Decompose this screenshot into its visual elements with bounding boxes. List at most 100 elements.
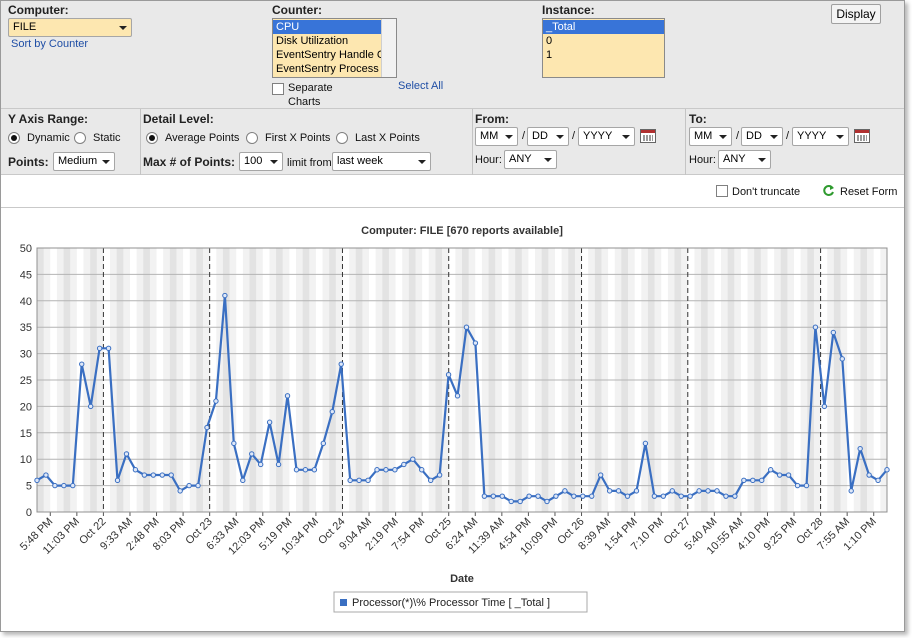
- instance-option[interactable]: 1: [543, 48, 664, 62]
- data-point: [87, 403, 94, 410]
- y-tick-label: 10: [20, 454, 32, 466]
- average-points-radio[interactable]: [146, 132, 158, 144]
- data-point: [213, 398, 219, 404]
- computer-select[interactable]: FILE: [8, 18, 132, 37]
- to-month-select[interactable]: MM: [689, 127, 732, 146]
- to-hour-value: ANY: [723, 153, 746, 165]
- points-select[interactable]: Medium: [53, 152, 115, 171]
- data-point: [580, 493, 586, 499]
- refresh-icon[interactable]: [822, 184, 835, 197]
- data-point: [687, 493, 693, 499]
- to-day-select[interactable]: DD: [741, 127, 783, 146]
- data-point: [606, 488, 613, 494]
- data-point: [490, 493, 497, 499]
- chevron-down-icon: [418, 160, 426, 164]
- static-radio[interactable]: [74, 132, 86, 144]
- sort-by-counter-link[interactable]: Sort by Counter: [11, 38, 88, 50]
- counter-scrollbar[interactable]: [381, 19, 396, 77]
- data-point: [177, 488, 183, 494]
- divider: [685, 109, 686, 175]
- counter-option[interactable]: CPU: [273, 20, 396, 34]
- chevron-down-icon: [770, 135, 778, 139]
- data-point: [839, 356, 845, 362]
- data-point: [293, 467, 300, 473]
- from-year-select[interactable]: YYYY: [578, 127, 635, 146]
- data-point: [284, 393, 291, 399]
- to-year-select[interactable]: YYYY: [792, 127, 849, 146]
- counter-option[interactable]: EventSentry Process: [273, 62, 396, 76]
- to-calendar-icon[interactable]: [854, 129, 870, 143]
- instance-listbox[interactable]: _Total 0 1: [542, 18, 665, 78]
- counter-listbox[interactable]: CPU Disk Utilization EventSentry Handle …: [272, 18, 397, 78]
- data-point: [347, 477, 353, 484]
- date-slash: /: [572, 130, 576, 142]
- dynamic-radio[interactable]: [8, 132, 20, 144]
- display-button[interactable]: Display: [831, 4, 881, 24]
- data-point: [454, 393, 461, 399]
- select-all-link[interactable]: Select All: [398, 80, 443, 92]
- data-point: [562, 488, 568, 494]
- max-points-select[interactable]: 100: [239, 152, 283, 171]
- data-point: [70, 482, 76, 489]
- from-hour-select[interactable]: ANY: [504, 150, 557, 169]
- y-tick-label: 45: [20, 269, 32, 281]
- counter-option[interactable]: Disk Utilization: [273, 34, 396, 48]
- data-point: [168, 472, 174, 478]
- data-point: [553, 493, 559, 499]
- from-day-value: DD: [532, 130, 548, 142]
- instance-option[interactable]: 0: [543, 34, 664, 48]
- data-point: [714, 488, 720, 494]
- data-point: [79, 361, 85, 367]
- limit-from-select[interactable]: last week: [332, 152, 431, 171]
- instance-option[interactable]: _Total: [543, 20, 664, 34]
- static-label: Static: [93, 132, 121, 144]
- data-point: [419, 467, 425, 473]
- reset-form-link[interactable]: Reset Form: [840, 186, 897, 198]
- from-month-select[interactable]: MM: [475, 127, 518, 146]
- first-x-points-radio[interactable]: [246, 132, 258, 144]
- data-point: [105, 345, 112, 352]
- separate-charts-checkbox[interactable]: [272, 83, 284, 95]
- from-calendar-icon[interactable]: [640, 129, 656, 143]
- dont-truncate-checkbox[interactable]: [716, 185, 728, 197]
- data-point: [311, 467, 318, 473]
- legend-label: Processor(*)\% Processor Time [ _Total ]: [352, 597, 550, 609]
- max-points-value: 100: [244, 155, 263, 167]
- chevron-down-icon: [758, 158, 766, 162]
- from-day-select[interactable]: DD: [527, 127, 569, 146]
- y-tick-label: 40: [20, 296, 32, 308]
- y-tick-label: 0: [26, 507, 32, 519]
- data-point: [526, 493, 532, 499]
- data-point: [186, 482, 192, 489]
- y-tick-label: 30: [20, 349, 32, 361]
- data-point: [150, 472, 157, 478]
- data-point: [571, 493, 577, 499]
- legend: Processor(*)\% Processor Time [ _Total ]: [333, 591, 588, 613]
- chevron-down-icon: [544, 158, 552, 162]
- data-point: [544, 498, 550, 505]
- chevron-down-icon: [505, 135, 513, 139]
- counter-option[interactable]: EventSentry Handle C: [273, 48, 396, 62]
- max-points-label: Max # of Points:: [143, 155, 236, 169]
- chevron-down-icon: [719, 135, 727, 139]
- date-slash: /: [522, 130, 526, 142]
- data-point: [472, 340, 479, 346]
- y-tick-label: 50: [20, 243, 32, 255]
- data-point: [848, 488, 854, 494]
- last-x-points-radio[interactable]: [336, 132, 348, 144]
- data-point: [123, 451, 130, 457]
- data-point: [132, 467, 139, 473]
- data-point: [723, 493, 729, 499]
- data-point: [750, 477, 756, 484]
- data-point: [785, 472, 792, 478]
- y-tick-label: 25: [20, 375, 32, 387]
- divider: [140, 109, 141, 175]
- processor-time-chart: 051015202530354045505:48 PM11:03 PMOct 2…: [18, 225, 890, 613]
- date-slash: /: [736, 130, 740, 142]
- data-point: [669, 488, 675, 494]
- from-month-value: MM: [480, 130, 499, 142]
- x-axis-label: Date: [450, 573, 474, 585]
- to-hour-select[interactable]: ANY: [718, 150, 771, 169]
- data-point: [159, 472, 165, 478]
- options-panel: Y Axis Range: Dynamic Static Points: Med…: [1, 109, 904, 175]
